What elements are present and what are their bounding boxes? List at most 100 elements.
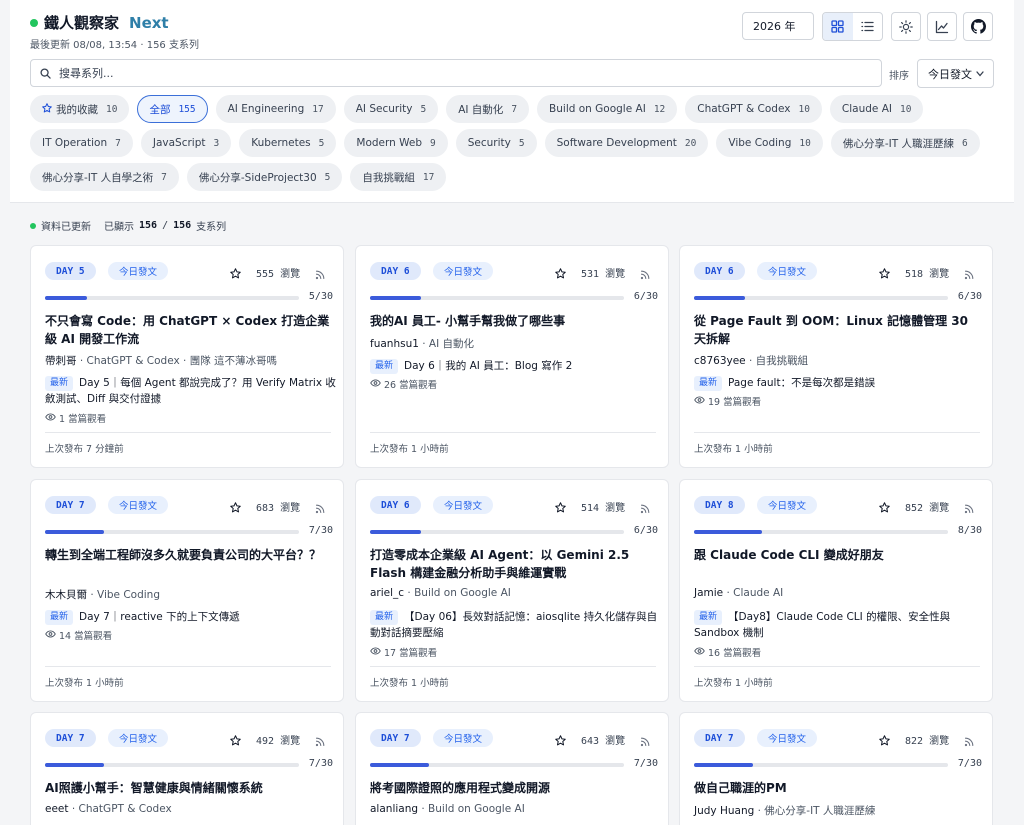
series-author-line: ariel_c · Build on Google AI bbox=[370, 587, 511, 599]
series-card[interactable]: DAY 7 今日發文 822 瀏覽 7/30 做自己職涯的PM Judy Huang · … bbox=[679, 712, 993, 825]
favorite-star-icon[interactable] bbox=[879, 498, 890, 517]
series-card[interactable]: DAY 6 今日發文 518 瀏覽 6/30 從 Page Fault 到 OOM：Li… bbox=[679, 245, 993, 468]
search-input[interactable]: 搜尋系列... bbox=[30, 59, 882, 87]
filter-chip-label: 自我挑戰組 bbox=[362, 171, 415, 184]
filter-chip[interactable]: 自我挑戰組 17 bbox=[350, 163, 447, 191]
rss-icon[interactable] bbox=[964, 732, 974, 751]
sort-value: 今日發文 bbox=[928, 67, 972, 81]
filter-chip[interactable]: Claude AI 10 bbox=[829, 95, 924, 123]
latest-post-title: Page fault：不是每次都是錯誤 bbox=[728, 377, 876, 389]
latest-post[interactable]: 最新 Day 7｜reactive 下的上下文傳遞 bbox=[45, 609, 337, 625]
series-title[interactable]: 不只會寫 Code：用 ChatGPT × Codex 打造企業級 AI 開發工… bbox=[45, 312, 335, 348]
filter-chip[interactable]: AI Security 5 bbox=[343, 95, 439, 123]
filter-chip[interactable]: Security 5 bbox=[455, 129, 537, 157]
filter-chip[interactable]: Modern Web 9 bbox=[344, 129, 448, 157]
list-view-button[interactable] bbox=[853, 13, 883, 40]
filter-chip[interactable]: 我的收藏 10 bbox=[30, 95, 130, 123]
series-title[interactable]: 做自己職涯的PM bbox=[694, 779, 984, 797]
filter-chip[interactable]: 全部 155 bbox=[137, 95, 208, 123]
author-name[interactable]: 帶刺哥 bbox=[45, 355, 77, 367]
series-card[interactable]: DAY 5 今日發文 555 瀏覽 5/30 不只會寫 Code：用 ChatGPT ×… bbox=[30, 245, 344, 468]
progress-fill bbox=[45, 296, 88, 300]
series-card[interactable]: DAY 8 今日發文 852 瀏覽 8/30 跟 Claude Code CLI 變成好… bbox=[679, 479, 993, 702]
author-name[interactable]: c8763yee bbox=[694, 355, 746, 367]
filter-chip[interactable]: 佛心分享-IT 人職涯歷練 6 bbox=[830, 129, 980, 157]
author-name[interactable]: alanliang bbox=[370, 803, 418, 815]
view-count: 492 瀏覽 bbox=[256, 736, 301, 747]
theme-toggle-button[interactable] bbox=[891, 12, 921, 41]
filter-chip-count: 17 bbox=[422, 171, 435, 183]
rss-icon[interactable] bbox=[640, 265, 650, 284]
watch-count-text: 14 當篇觀看 bbox=[59, 631, 113, 642]
favorite-star-icon[interactable] bbox=[879, 264, 890, 283]
last-published: 上次發布 1 小時前 bbox=[370, 678, 449, 689]
rss-icon[interactable] bbox=[315, 265, 325, 284]
series-card[interactable]: DAY 6 今日發文 514 瀏覽 6/30 打造零成本企業級 AI Agent：以 G… bbox=[355, 479, 669, 702]
today-post-badge: 今日發文 bbox=[757, 729, 818, 747]
day-badge: DAY 7 bbox=[694, 729, 745, 747]
series-title[interactable]: AI照護小幫手：智慧健康與情緒關懷系統 bbox=[45, 779, 335, 797]
series-title[interactable]: 打造零成本企業級 AI Agent：以 Gemini 2.5 Flash 構建金… bbox=[370, 546, 660, 582]
filter-chip[interactable]: Build on Google AI 12 bbox=[537, 95, 678, 123]
filter-chip[interactable]: Vibe Coding 10 bbox=[716, 129, 823, 157]
series-title[interactable]: 將考國際證照的應用程式變成開源 bbox=[370, 779, 660, 797]
favorite-star-icon[interactable] bbox=[230, 264, 241, 283]
rss-icon[interactable] bbox=[964, 499, 974, 518]
filter-chip[interactable]: JavaScript 3 bbox=[140, 129, 232, 157]
series-card[interactable]: DAY 7 今日發文 492 瀏覽 7/30 AI照護小幫手：智慧健康與情緒關懷系統 ee… bbox=[30, 712, 344, 825]
progress-track bbox=[45, 530, 299, 534]
series-card[interactable]: DAY 7 今日發文 683 瀏覽 7/30 轉生到全端工程師沒多久就要負責公司的大平台… bbox=[30, 479, 344, 702]
latest-tag: 最新 bbox=[694, 376, 723, 391]
series-card[interactable]: DAY 7 今日發文 643 瀏覽 7/30 將考國際證照的應用程式變成開源 alanli… bbox=[355, 712, 669, 825]
series-card[interactable]: DAY 6 今日發文 531 瀏覽 6/30 我的AI 員工- 小幫手幫我做了哪些事 fu… bbox=[355, 245, 669, 468]
view-count: 643 瀏覽 bbox=[581, 736, 626, 747]
latest-post[interactable]: 最新 Day 5｜每個 Agent 都說完成了？用 Verify Matrix 收… bbox=[45, 375, 337, 407]
series-title[interactable]: 我的AI 員工- 小幫手幫我做了哪些事 bbox=[370, 312, 660, 330]
sort-select[interactable]: 今日發文 bbox=[917, 59, 994, 88]
watch-count: 19 當篇觀看 bbox=[694, 394, 761, 408]
series-title[interactable]: 跟 Claude Code CLI 變成好朋友 bbox=[694, 546, 984, 564]
github-button[interactable] bbox=[963, 12, 993, 41]
filter-chip[interactable]: IT Operation 7 bbox=[30, 129, 133, 157]
favorite-star-icon[interactable] bbox=[230, 731, 241, 750]
view-count: 514 瀏覽 bbox=[581, 503, 626, 514]
author-name[interactable]: ariel_c bbox=[370, 587, 404, 599]
rss-icon[interactable] bbox=[640, 499, 650, 518]
filter-chip[interactable]: AI 自動化 7 bbox=[446, 95, 530, 123]
rss-icon[interactable] bbox=[315, 732, 325, 751]
filter-chip[interactable]: ChatGPT & Codex 10 bbox=[685, 95, 822, 123]
series-title[interactable]: 轉生到全端工程師沒多久就要負責公司的大平台？？ bbox=[45, 546, 335, 564]
author-name[interactable]: 木木貝爾 bbox=[45, 589, 87, 601]
author-name[interactable]: eeet bbox=[45, 803, 69, 815]
search-icon bbox=[40, 68, 51, 79]
stats-button[interactable] bbox=[927, 12, 957, 41]
day-badge: DAY 8 bbox=[694, 496, 745, 514]
author-name[interactable]: Jamie bbox=[694, 587, 723, 599]
rss-icon[interactable] bbox=[964, 265, 974, 284]
latest-post[interactable]: 最新 【Day8】Claude Code CLI 的權限、安全性與 Sandbox… bbox=[694, 609, 986, 641]
grid-view-button[interactable] bbox=[823, 13, 853, 40]
filter-chip[interactable]: 佛心分享-SideProject30 5 bbox=[186, 163, 343, 191]
filter-chip[interactable]: 佛心分享-IT 人自學之術 7 bbox=[30, 163, 179, 191]
brand[interactable]: 鐵人觀察家 Next bbox=[30, 12, 169, 33]
favorite-star-icon[interactable] bbox=[230, 498, 241, 517]
last-published: 上次發布 7 分鐘前 bbox=[45, 444, 124, 455]
favorite-star-icon[interactable] bbox=[879, 731, 890, 750]
latest-post[interactable]: 最新 Page fault：不是每次都是錯誤 bbox=[694, 375, 986, 391]
favorite-star-icon[interactable] bbox=[555, 731, 566, 750]
series-title[interactable]: 從 Page Fault 到 OOM：Linux 記憶體管理 30 天拆解 bbox=[694, 312, 984, 348]
favorite-star-icon[interactable] bbox=[555, 498, 566, 517]
rss-icon[interactable] bbox=[640, 732, 650, 751]
year-select[interactable]: 2026 年 bbox=[742, 12, 814, 40]
rss-icon[interactable] bbox=[315, 499, 325, 518]
author-name[interactable]: Judy Huang bbox=[694, 805, 754, 817]
filter-chip[interactable]: Kubernetes 5 bbox=[239, 129, 337, 157]
author-name[interactable]: fuanhsu1 bbox=[370, 338, 419, 350]
filter-chip-count: 12 bbox=[653, 103, 666, 115]
filter-chip[interactable]: Software Development 20 bbox=[544, 129, 709, 157]
filter-chip[interactable]: AI Engineering 17 bbox=[215, 95, 336, 123]
favorite-star-icon[interactable] bbox=[555, 264, 566, 283]
latest-post[interactable]: 最新 Day 6｜我的 AI 員工：Blog 寫作 2 bbox=[370, 358, 662, 374]
last-published: 上次發布 1 小時前 bbox=[694, 444, 773, 455]
latest-post[interactable]: 最新 【Day 06】長效對話記憶：aiosqlite 持久化儲存與自動對話摘要壓… bbox=[370, 609, 662, 641]
